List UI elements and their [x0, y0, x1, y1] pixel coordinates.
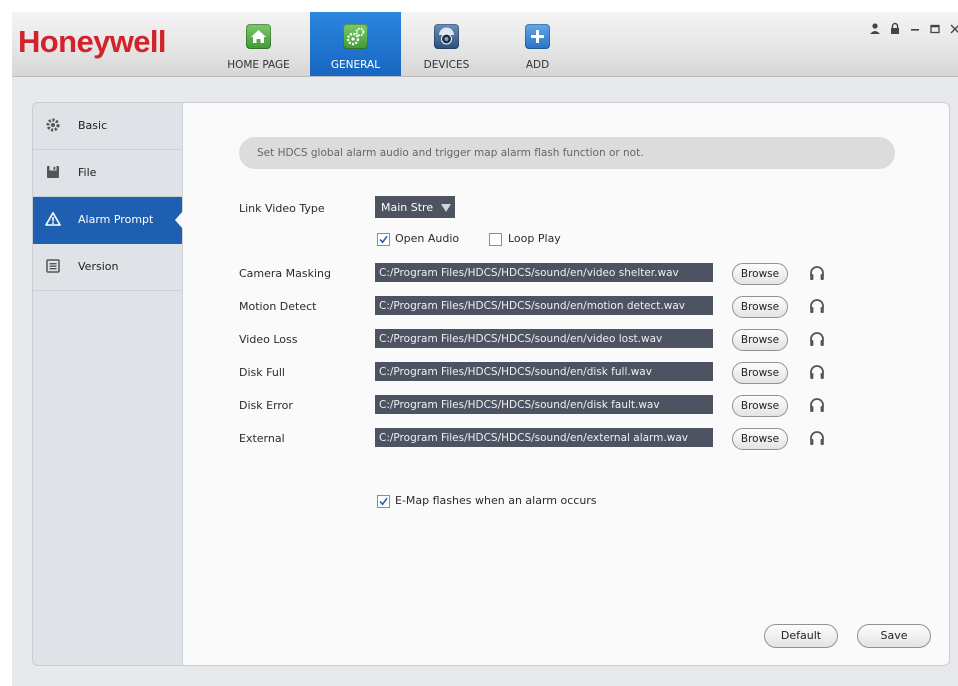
headphones-icon[interactable] — [808, 297, 826, 315]
nav-home-page[interactable]: HOME PAGE — [213, 12, 304, 76]
home-icon — [246, 24, 271, 49]
browse-button[interactable]: Browse — [732, 395, 788, 417]
alarm-label: Video Loss — [239, 333, 298, 346]
info-banner: Set HDCS global alarm audio and trigger … — [239, 137, 895, 169]
nav-label: ADD — [525, 59, 550, 71]
headphones-icon[interactable] — [808, 363, 826, 381]
browse-button[interactable]: Browse — [732, 263, 788, 285]
warning-icon — [45, 211, 61, 227]
emap-flash-checkbox[interactable] — [377, 495, 390, 508]
headphones-icon[interactable] — [808, 396, 826, 414]
sidebar-item-label: Version — [78, 260, 119, 273]
alarm-label: Disk Full — [239, 366, 285, 379]
link-video-type-select[interactable]: Main Stre — [375, 196, 455, 218]
info-text: Set HDCS global alarm audio and trigger … — [257, 147, 644, 159]
sidebar-item-label: Basic — [78, 119, 108, 132]
alarm-sound-path-field[interactable]: C:/Program Files/HDCS/HDCS/sound/en/moti… — [375, 296, 713, 315]
open-audio-checkbox[interactable] — [377, 233, 390, 246]
close-icon[interactable] — [948, 22, 958, 38]
alarm-label: Camera Masking — [239, 267, 332, 280]
sidebar: Basic File Alarm Prompt Version — [33, 103, 183, 665]
camera-icon — [434, 24, 459, 49]
alarm-sound-path-field[interactable]: C:/Program Files/HDCS/HDCS/sound/en/vide… — [375, 329, 713, 348]
gears-icon — [343, 24, 368, 49]
alarm-label: External — [239, 432, 285, 445]
browse-button[interactable]: Browse — [732, 296, 788, 318]
select-value: Main Stre — [381, 201, 434, 214]
emap-flash-label: E-Map flashes when an alarm occurs — [395, 494, 597, 507]
sidebar-item-label: File — [78, 166, 97, 179]
gear-icon — [45, 117, 61, 133]
top-bar: Honeywell HOME PAGE GENERAL DEVICES ADD — [12, 12, 958, 77]
loop-play-label: Loop Play — [508, 232, 561, 245]
nav-devices[interactable]: DEVICES — [401, 12, 492, 76]
path-text: C:/Program Files/HDCS/HDCS/sound/en/vide… — [379, 267, 679, 279]
path-text: C:/Program Files/HDCS/HDCS/sound/en/vide… — [379, 333, 663, 345]
nav-label: HOME PAGE — [227, 59, 290, 71]
nav-label: DEVICES — [423, 59, 470, 71]
browse-button[interactable]: Browse — [732, 329, 788, 351]
browse-button[interactable]: Browse — [732, 362, 788, 384]
path-text: C:/Program Files/HDCS/HDCS/sound/en/moti… — [379, 300, 685, 312]
nav-general[interactable]: GENERAL — [310, 12, 401, 76]
alarm-sound-path-field[interactable]: C:/Program Files/HDCS/HDCS/sound/en/vide… — [375, 263, 713, 282]
maximize-icon[interactable] — [928, 22, 942, 38]
default-button[interactable]: Default — [764, 624, 838, 648]
app-window: Honeywell HOME PAGE GENERAL DEVICES ADD … — [12, 12, 958, 686]
browse-button[interactable]: Browse — [732, 428, 788, 450]
brand-logo: Honeywell — [18, 24, 167, 59]
alarm-label: Disk Error — [239, 399, 293, 412]
active-indicator — [175, 211, 183, 229]
plus-icon — [525, 24, 550, 49]
alarm-sound-path-field[interactable]: C:/Program Files/HDCS/HDCS/sound/en/exte… — [375, 428, 713, 447]
nav-label: GENERAL — [330, 59, 381, 71]
path-text: C:/Program Files/HDCS/HDCS/sound/en/disk… — [379, 366, 652, 378]
floppy-icon — [45, 164, 61, 180]
headphones-icon[interactable] — [808, 264, 826, 282]
sidebar-item-basic[interactable]: Basic — [33, 103, 182, 150]
list-icon — [45, 258, 61, 274]
sidebar-item-file[interactable]: File — [33, 150, 182, 197]
path-text: C:/Program Files/HDCS/HDCS/sound/en/disk… — [379, 399, 660, 411]
settings-panel: Basic File Alarm Prompt Version Set HDCS… — [32, 102, 950, 666]
sidebar-item-label: Alarm Prompt — [78, 213, 154, 226]
lock-icon[interactable] — [888, 22, 902, 38]
alarm-sound-path-field[interactable]: C:/Program Files/HDCS/HDCS/sound/en/disk… — [375, 362, 713, 381]
nav-add[interactable]: ADD — [492, 12, 583, 76]
alarm-sound-path-field[interactable]: C:/Program Files/HDCS/HDCS/sound/en/disk… — [375, 395, 713, 414]
path-text: C:/Program Files/HDCS/HDCS/sound/en/exte… — [379, 432, 688, 444]
sidebar-item-version[interactable]: Version — [33, 244, 182, 291]
chevron-down-icon — [441, 204, 451, 212]
loop-play-checkbox[interactable] — [489, 233, 502, 246]
minimize-icon[interactable] — [908, 22, 922, 38]
headphones-icon[interactable] — [808, 429, 826, 447]
save-button[interactable]: Save — [857, 624, 931, 648]
headphones-icon[interactable] — [808, 330, 826, 348]
alarm-label: Motion Detect — [239, 300, 317, 313]
open-audio-label: Open Audio — [395, 232, 460, 245]
link-video-type-label: Link Video Type — [239, 202, 325, 215]
user-icon[interactable] — [868, 22, 882, 38]
sidebar-item-alarm-prompt[interactable]: Alarm Prompt — [33, 197, 183, 244]
